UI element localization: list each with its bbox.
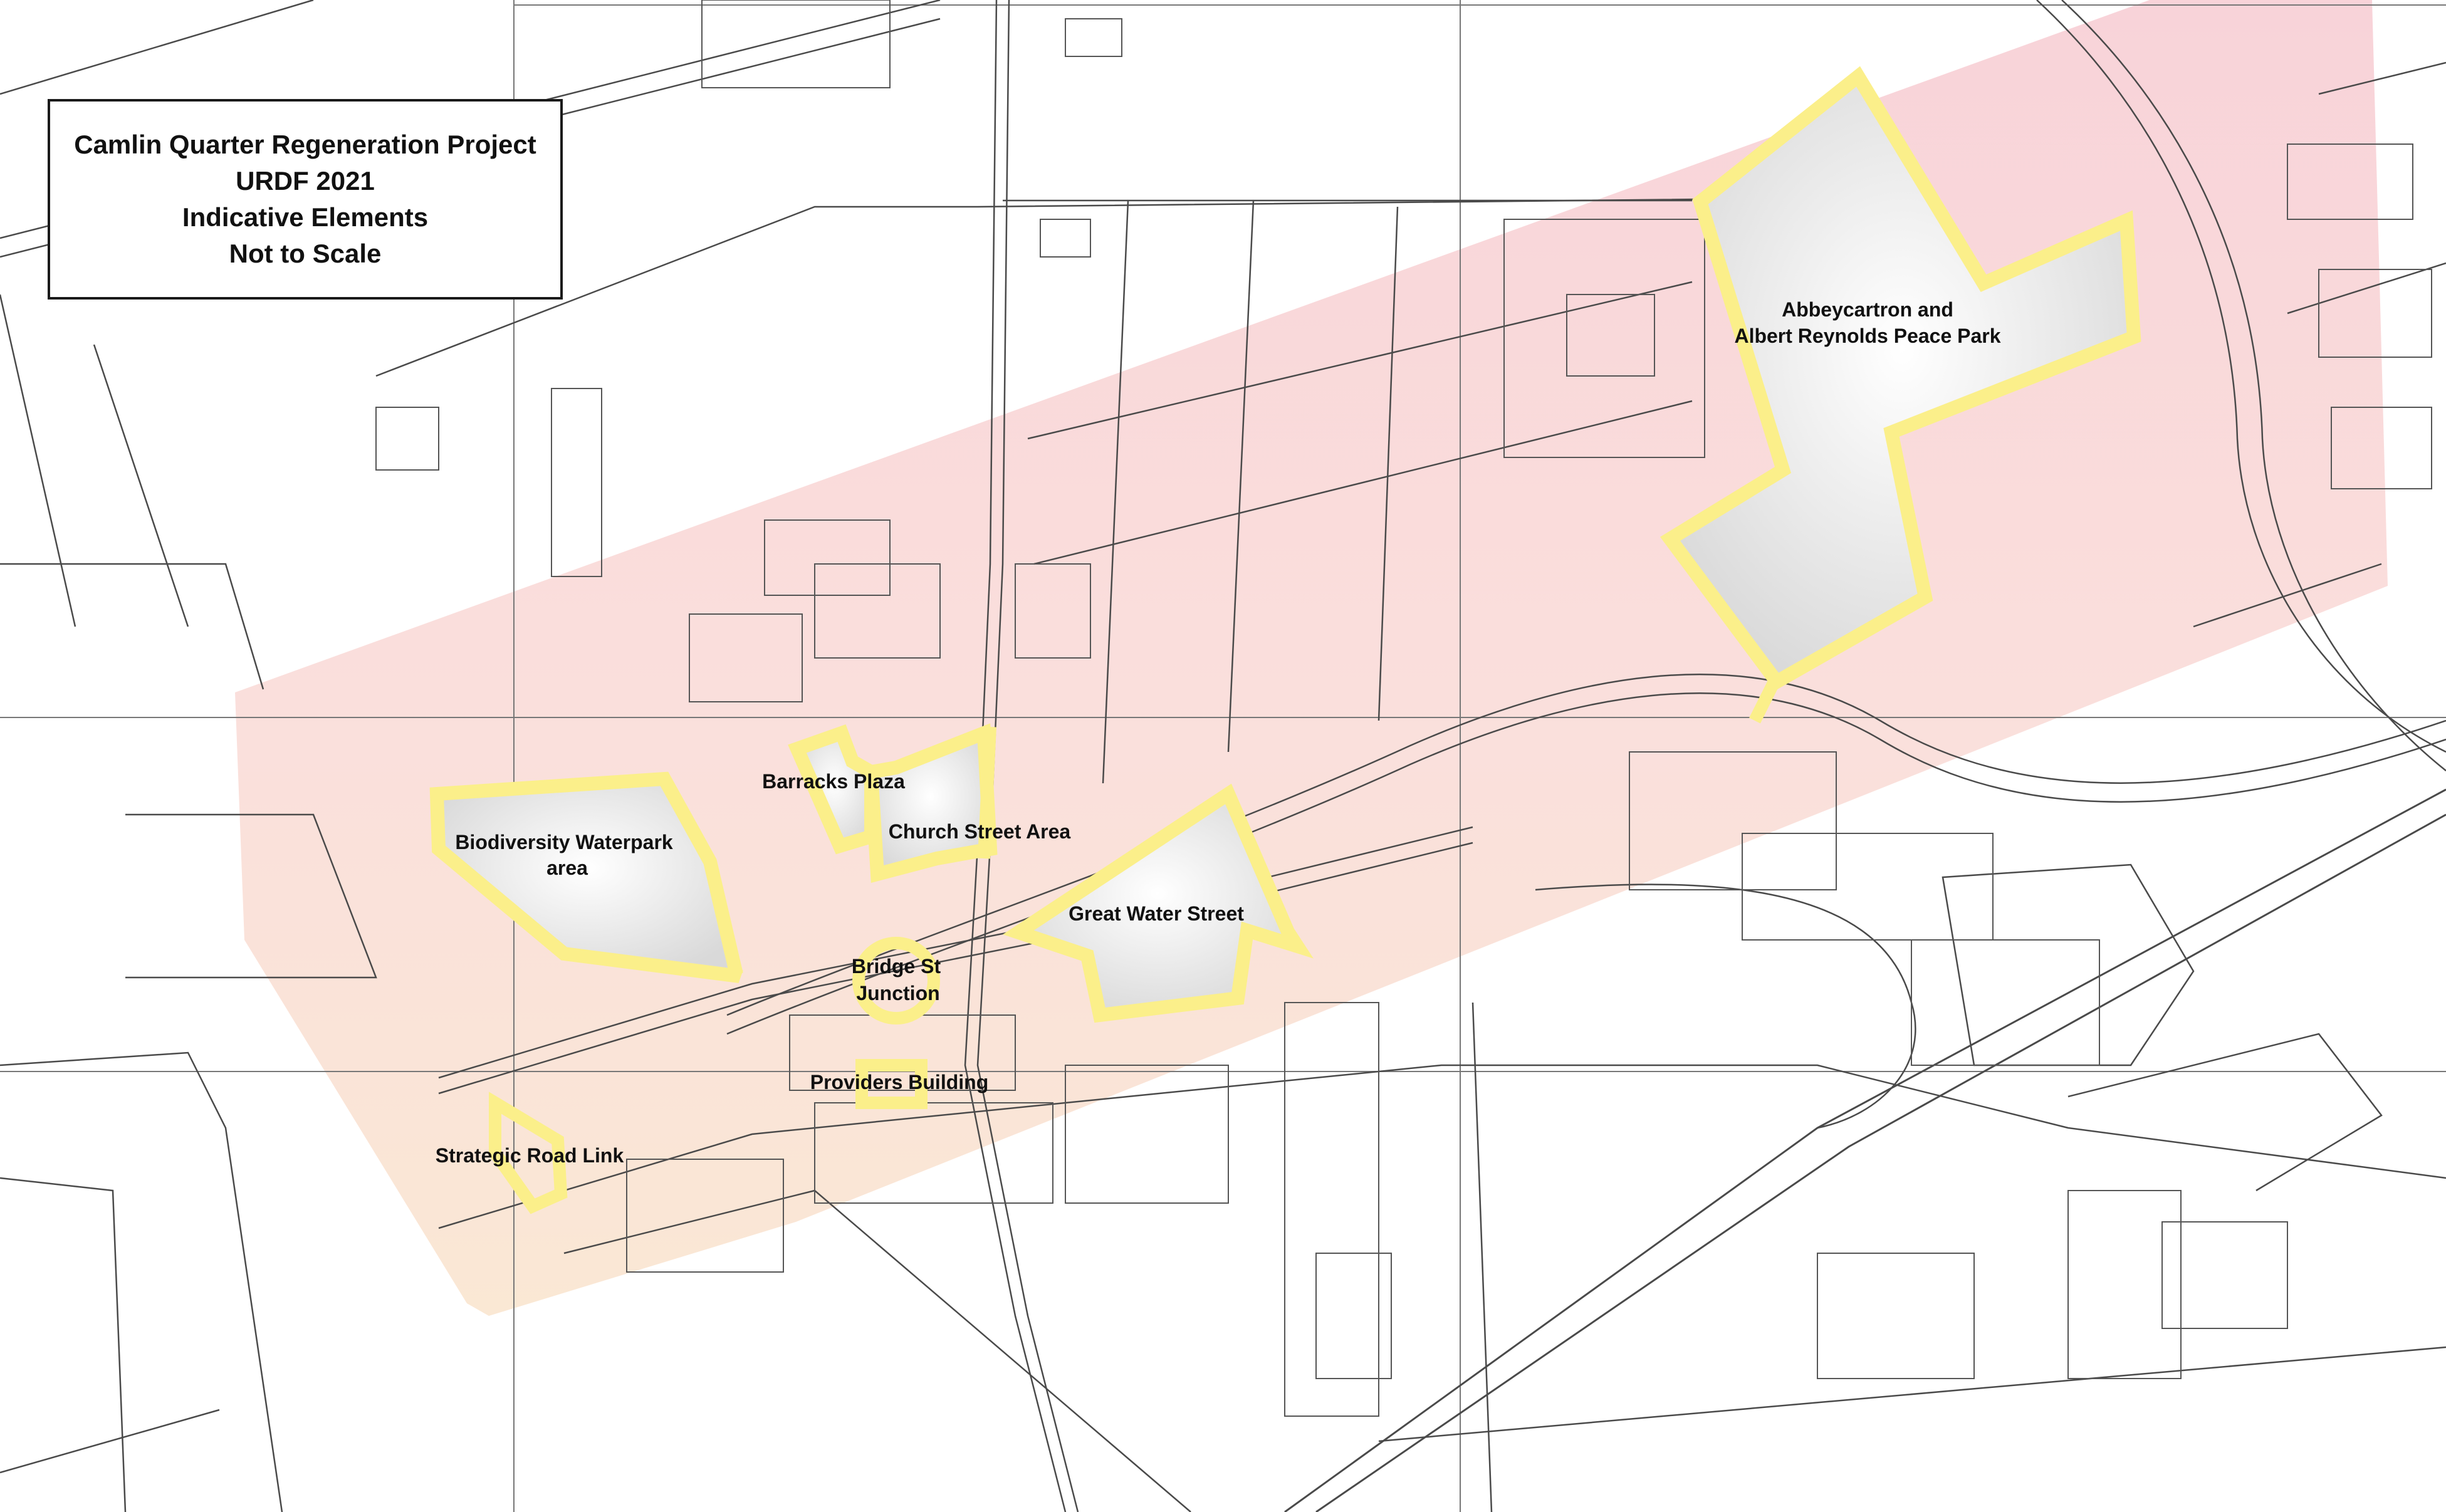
label-church-street-area: Church Street Area — [889, 820, 1071, 843]
title-line-2: URDF 2021 — [236, 166, 375, 196]
title-line-3: Indicative Elements — [182, 202, 429, 232]
label-bridge-st-2: Junction — [856, 982, 939, 1004]
label-abbeycartron-2: Albert Reynolds Peace Park — [1734, 325, 2000, 347]
title-line-1: Camlin Quarter Regeneration Project — [74, 130, 536, 159]
label-providers-building: Providers Building — [810, 1071, 988, 1093]
label-strategic-road-link: Strategic Road Link — [436, 1144, 624, 1167]
label-abbeycartron-1: Abbeycartron and — [1782, 298, 1953, 321]
label-great-water-street: Great Water Street — [1069, 902, 1244, 925]
label-biodiversity-1: Biodiversity Waterpark — [455, 831, 673, 853]
label-biodiversity-2: area — [546, 857, 588, 879]
title-line-4: Not to Scale — [229, 239, 382, 268]
label-bridge-st-1: Bridge St — [852, 955, 941, 978]
label-barracks-plaza: Barracks Plaza — [762, 770, 905, 793]
map-title-box: Camlin Quarter Regeneration Project URDF… — [48, 99, 563, 300]
